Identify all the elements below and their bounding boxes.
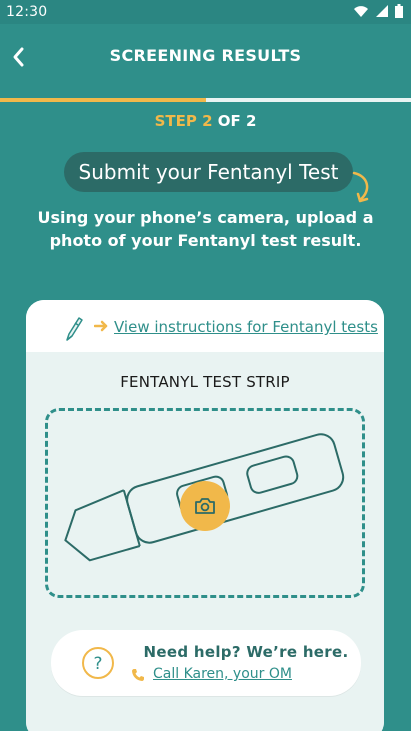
upload-instructions: Using your phone’s camera, upload a phot…	[37, 208, 374, 250]
test-strip-label: FENTANYL TEST STRIP	[120, 373, 290, 391]
arrow-right-icon	[94, 320, 108, 332]
step-current: STEP 2	[154, 112, 213, 130]
call-om-link[interactable]: Call Karen, your OM	[153, 666, 292, 682]
svg-text:?: ?	[93, 654, 102, 674]
help-title: Need help? We’re here.	[143, 643, 349, 661]
status-bar: 12:30	[0, 0, 411, 24]
curved-arrow-icon	[352, 171, 369, 203]
camera-icon	[195, 498, 215, 514]
step-total: OF 2	[212, 112, 257, 130]
view-instructions-link[interactable]: View instructions for Fentanyl tests	[114, 318, 378, 336]
battery-icon	[395, 4, 403, 18]
question-circle-icon: ?	[82, 647, 114, 679]
progress-bar	[0, 98, 411, 102]
phone-icon	[132, 669, 144, 681]
cell-signal-icon	[376, 5, 388, 17]
app-header: SCREENING RESULTS	[0, 24, 411, 96]
upload-card: View instructions for Fentanyl tests FEN…	[26, 300, 384, 731]
test-title-pill: Submit your Fentanyl Test	[64, 152, 353, 192]
page-title: SCREENING RESULTS	[109, 46, 302, 65]
progress-fill	[0, 98, 206, 102]
step-indicator: STEP 2 OF 2	[0, 112, 411, 130]
status-icons	[353, 4, 403, 18]
wifi-icon	[354, 6, 368, 17]
help-card: ? Need help? We’re here. Call Karen, you…	[51, 630, 361, 696]
pencil-icon	[66, 317, 83, 341]
status-time: 12:30	[6, 4, 48, 20]
camera-button[interactable]	[180, 481, 230, 531]
instructions-row: View instructions for Fentanyl tests	[26, 300, 384, 352]
